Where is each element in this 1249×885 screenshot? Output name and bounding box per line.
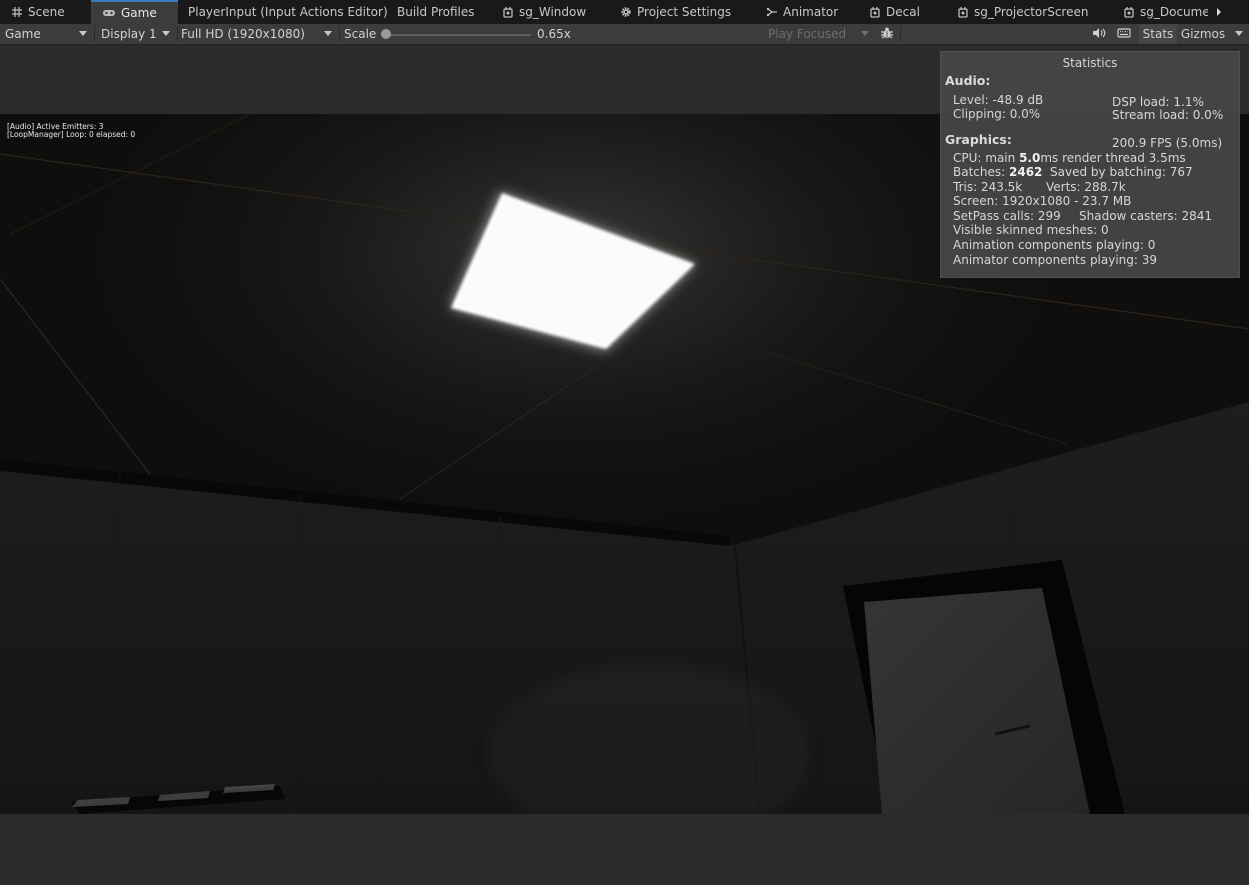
view-mode-dropdown[interactable]: Game (0, 24, 93, 44)
tab-sg-document[interactable]: sg_Documer (1112, 0, 1208, 24)
debug-overlay-text: [Audio] Active Emitters: 3 [LoopManager]… (7, 123, 135, 139)
graphics-header: Graphics: (945, 132, 1012, 147)
stats-label: Stats (1142, 27, 1174, 41)
tab-player-input[interactable]: PlayerInput (Input Actions Editor) (178, 0, 388, 24)
tab-label: sg_Window (519, 5, 587, 19)
tab-decal[interactable]: Decal (858, 0, 946, 24)
chevron-down-icon (1235, 31, 1243, 36)
tab-project-settings[interactable]: Project Settings (609, 0, 755, 24)
scale-slider-thumb[interactable] (381, 29, 391, 39)
scale-slider-track[interactable] (385, 34, 531, 36)
letterbox-bottom (0, 814, 1249, 885)
tab-animator[interactable]: Animator (755, 0, 858, 24)
view-mode-label: Game (5, 27, 41, 41)
tab-label: Scene (28, 5, 65, 19)
tab-build-profiles[interactable]: Build Profiles (386, 0, 491, 24)
chevron-down-icon (324, 31, 332, 36)
tab-scene[interactable]: Scene (0, 0, 91, 24)
play-mode-dropdown[interactable]: Play Focused (763, 24, 875, 44)
tris-count: Tris: 243.5k (953, 180, 1023, 194)
gizmos-dropdown[interactable] (1229, 24, 1249, 44)
chevron-down-icon (861, 31, 869, 36)
scale-label: Scale (344, 27, 377, 41)
tab-label: sg_Documer (1140, 5, 1208, 19)
chevron-down-icon (162, 31, 170, 36)
game-view-toolbar: Game Display 1 Full HD (1920x1080) Scale… (0, 24, 1249, 45)
stats-toggle-button[interactable]: Stats (1139, 24, 1177, 44)
tab-overflow-arrow-icon[interactable] (1213, 0, 1225, 24)
tab-label: Animator (783, 5, 839, 19)
keyboard-icon (1117, 27, 1131, 42)
verts-count: Verts: 288.7k (1046, 180, 1126, 194)
audio-clipping: Clipping: 0.0% (953, 107, 1041, 121)
debug-bug-button[interactable] (877, 24, 897, 44)
tab-game[interactable]: Game (91, 0, 178, 24)
tab-sg-window[interactable]: sg_Window (491, 0, 609, 24)
shadow-casters: Shadow casters: 2841 (1079, 209, 1213, 223)
toolbar-divider (94, 26, 95, 42)
screen-info: Screen: 1920x1080 - 23.7 MB (953, 194, 1132, 208)
shadergraph-icon (1123, 6, 1135, 18)
cpu-timing: CPU: main 5.0ms render thread 3.5ms (953, 151, 1186, 165)
setpass-calls: SetPass calls: 299 (953, 209, 1061, 223)
toolbar-divider (339, 26, 340, 42)
speaker-icon (1092, 27, 1106, 42)
editor-tab-bar: Scene Game PlayerInput (Input Actions Ed… (0, 0, 1249, 24)
animation-components: Animation components playing: 0 (953, 238, 1156, 252)
display-label: Display 1 (101, 27, 157, 41)
dsp-load: DSP load: 1.1% (1112, 95, 1204, 109)
tab-label: Decal (886, 5, 920, 19)
audio-header: Audio: (945, 73, 991, 88)
tab-label: PlayerInput (Input Actions Editor) (188, 5, 388, 19)
tab-label: Build Profiles (397, 5, 475, 19)
shadergraph-icon (502, 6, 514, 18)
scale-value: 0.65x (537, 27, 571, 41)
toolbar-divider (900, 26, 901, 42)
statistics-panel: Statistics Audio: Level: -48.9 dB DSP lo… (940, 51, 1240, 278)
animator-icon (766, 6, 778, 18)
animator-components: Animator components playing: 39 (953, 253, 1158, 267)
gamepad-icon (102, 7, 116, 19)
audio-level: Level: -48.9 dB (953, 93, 1044, 107)
shadergraph-icon (957, 6, 969, 18)
resolution-label: Full HD (1920x1080) (181, 27, 305, 41)
visible-skinned-meshes: Visible skinned meshes: 0 (953, 223, 1109, 237)
shortcuts-button[interactable] (1113, 24, 1135, 44)
tab-label: Game (121, 6, 157, 20)
tab-label: sg_ProjectorScreen (974, 5, 1089, 19)
bug-icon (880, 26, 894, 43)
display-dropdown[interactable]: Display 1 (96, 24, 176, 44)
chevron-down-icon (79, 31, 87, 36)
resolution-dropdown[interactable]: Full HD (1920x1080) (177, 24, 338, 44)
tab-sg-projector-screen[interactable]: sg_ProjectorScreen (946, 0, 1112, 24)
debug-line-loop: [LoopManager] Loop: 0 elapsed: 0 (7, 130, 136, 139)
stream-load: Stream load: 0.0% (1112, 108, 1224, 122)
grid-icon (11, 6, 23, 18)
tab-menu-button[interactable] (1225, 0, 1249, 24)
fps-readout: 200.9 FPS (5.0ms) (1112, 136, 1223, 150)
tab-label: Project Settings (637, 5, 732, 19)
mute-audio-button[interactable] (1088, 24, 1110, 44)
gizmos-label: Gizmos (1180, 27, 1226, 41)
statistics-title: Statistics (1062, 56, 1118, 70)
gizmos-button[interactable]: Gizmos (1178, 24, 1228, 44)
gear-icon (620, 6, 632, 18)
batches: Batches: 2462 Saved by batching: 767 (953, 165, 1193, 179)
shadergraph-icon (869, 6, 881, 18)
play-mode-label: Play Focused (768, 27, 847, 41)
